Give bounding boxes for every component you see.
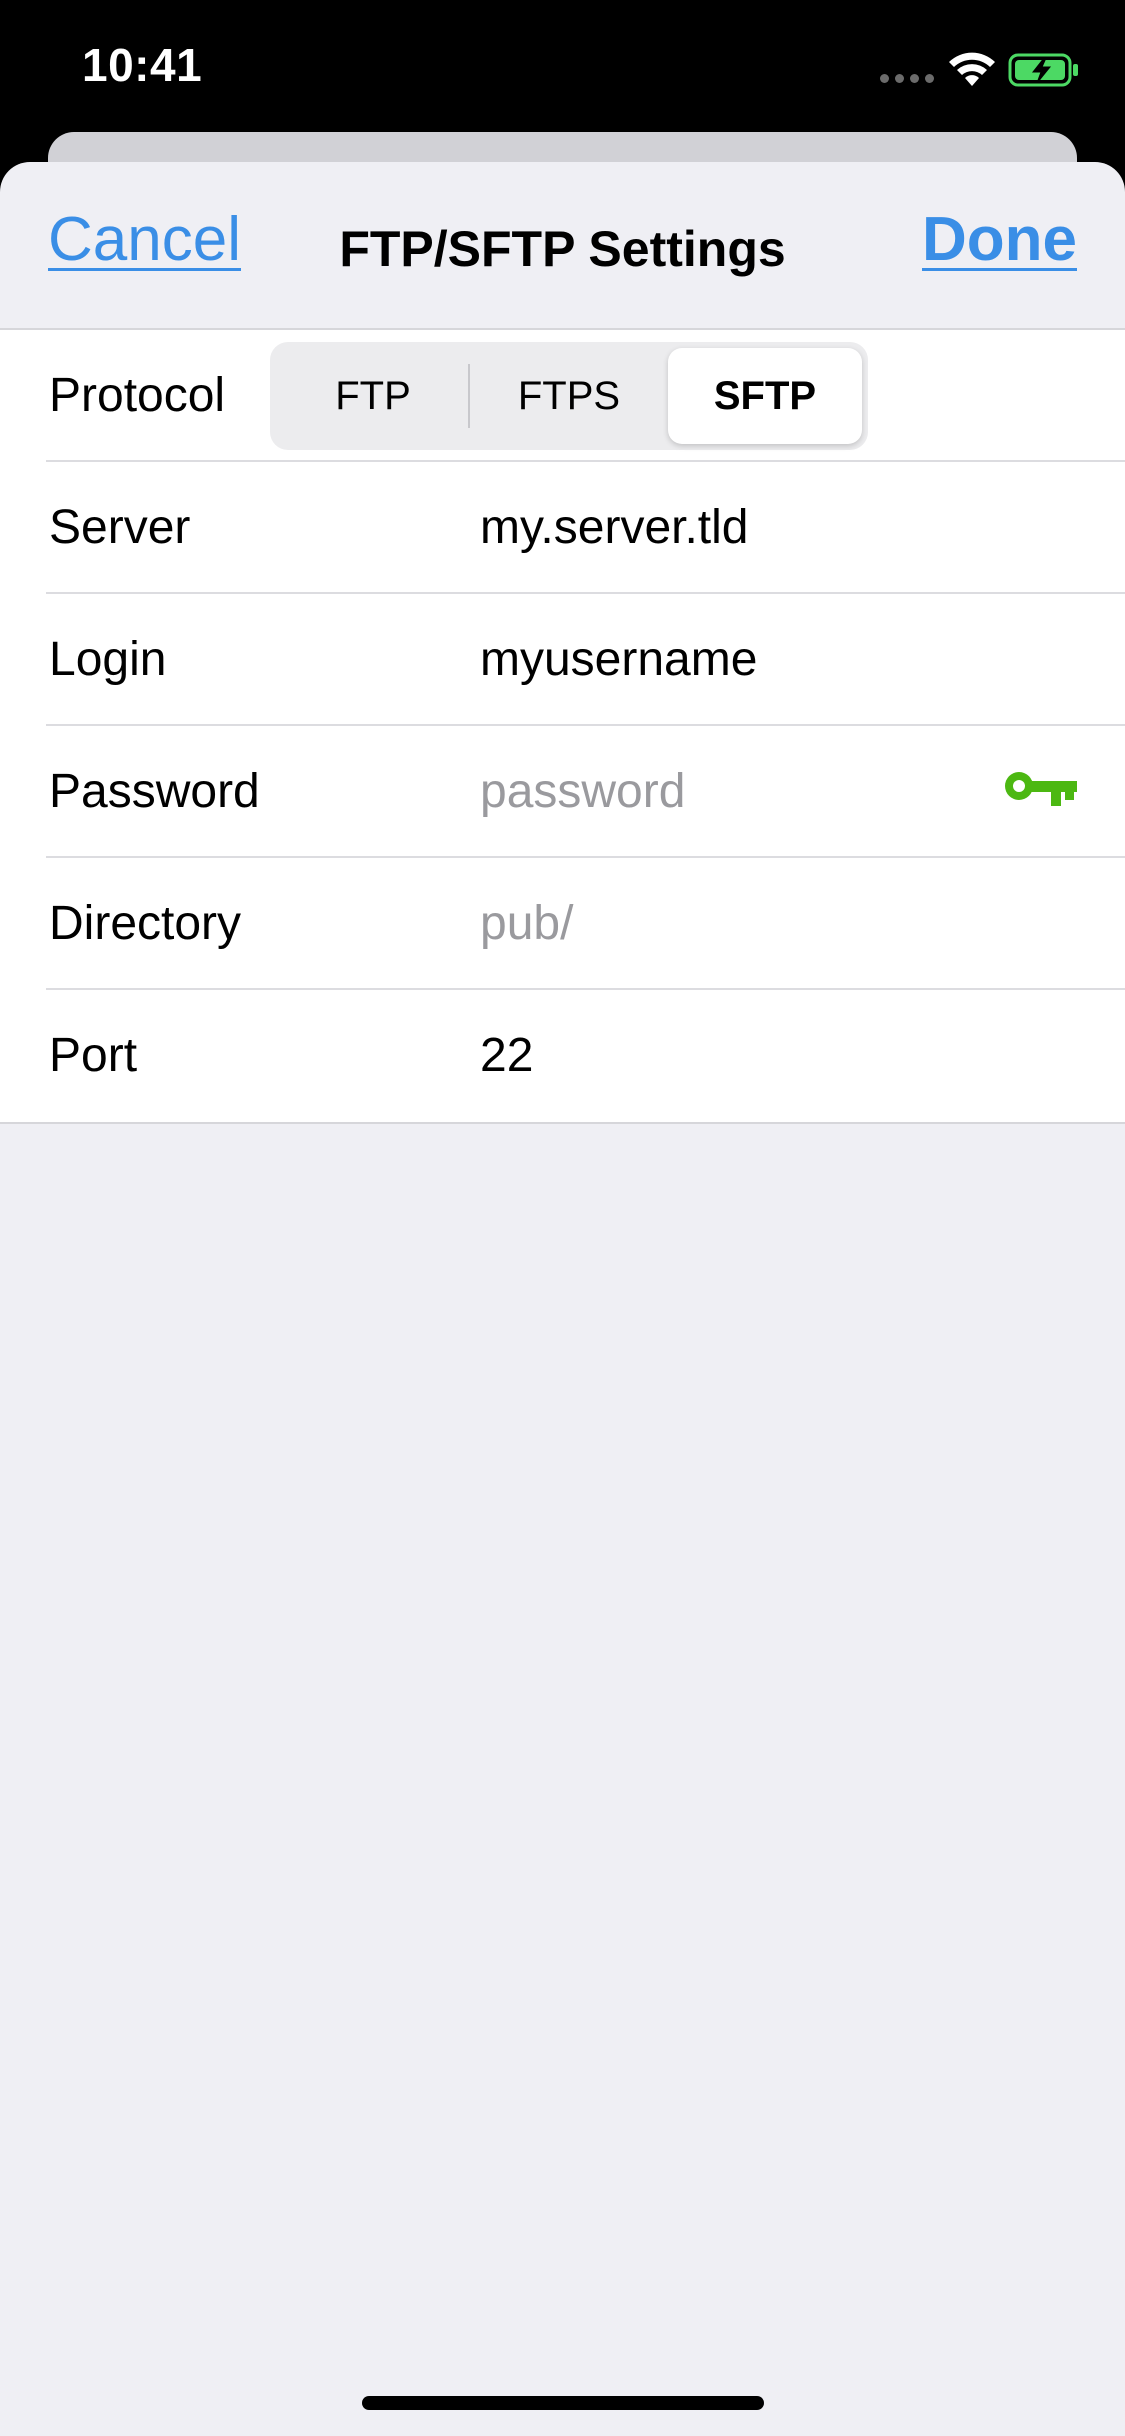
done-button[interactable]: Done: [922, 204, 1077, 275]
server-field[interactable]: my.server.tld: [480, 500, 1000, 556]
key-icon[interactable]: [1003, 770, 1079, 810]
battery-charging-icon: [1008, 53, 1078, 87]
home-indicator[interactable]: [362, 2396, 764, 2410]
settings-sheet: Cancel FTP/SFTP Settings Done Protocol F…: [0, 162, 1125, 2436]
settings-form: Protocol FTP FTPS SFTP Server my.server.…: [0, 330, 1125, 1124]
password-label: Password: [49, 765, 260, 818]
navigation-bar: Cancel FTP/SFTP Settings Done: [0, 162, 1125, 330]
protocol-option-ftp[interactable]: FTP: [276, 348, 470, 444]
protocol-label: Protocol: [49, 369, 226, 422]
protocol-row: Protocol FTP FTPS SFTP: [0, 330, 1125, 462]
password-field[interactable]: password: [480, 764, 1000, 820]
port-row: Port 22: [0, 990, 1125, 1122]
segment-divider: [468, 364, 470, 428]
wifi-icon: [949, 52, 995, 86]
server-row: Server my.server.tld: [0, 462, 1125, 594]
port-label: Port: [49, 1029, 138, 1082]
directory-field[interactable]: pub/: [480, 896, 1000, 952]
status-time: 10:41: [82, 39, 203, 91]
login-row: Login myusername: [0, 594, 1125, 726]
login-label: Login: [49, 633, 167, 686]
protocol-option-sftp[interactable]: SFTP: [668, 348, 862, 444]
directory-row: Directory pub/: [0, 858, 1125, 990]
protocol-option-ftps[interactable]: FTPS: [472, 348, 666, 444]
password-row: Password password: [0, 726, 1125, 858]
cellular-signal-icon: [880, 74, 936, 84]
protocol-segmented-control: FTP FTPS SFTP: [270, 342, 868, 450]
directory-label: Directory: [49, 897, 242, 950]
login-field[interactable]: myusername: [480, 632, 1000, 688]
status-bar: 10:41: [0, 0, 1125, 140]
port-field[interactable]: 22: [480, 1028, 1000, 1084]
server-label: Server: [49, 501, 191, 554]
